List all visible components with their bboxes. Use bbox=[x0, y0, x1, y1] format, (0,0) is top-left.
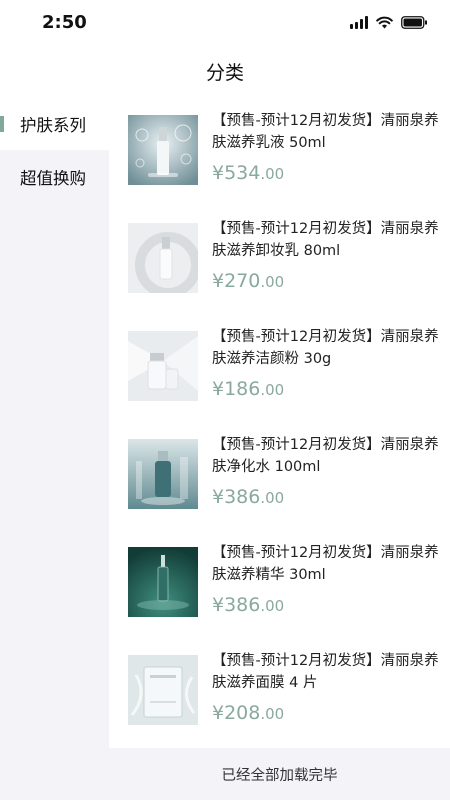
product-price: ¥386.00 bbox=[212, 486, 285, 508]
product-price: ¥208.00 bbox=[212, 702, 285, 724]
sidebar-item-label: 超值换购 bbox=[20, 169, 86, 188]
product-image bbox=[128, 331, 198, 401]
status-bar: 2:50 bbox=[0, 0, 450, 48]
product-title: 【预售-预计12月初发货】清丽泉养肤滋养面膜 4 片 bbox=[212, 653, 439, 691]
product-item[interactable]: 【预售-预计12月初发货】清丽泉养肤滋养乳液 50ml ¥534.00 bbox=[109, 98, 450, 206]
product-image bbox=[128, 223, 198, 293]
product-item[interactable]: 【预售-预计12月初发货】清丽泉养肤滋养洁颜粉 30g ¥186.00 bbox=[109, 314, 450, 422]
page-title: 分类 bbox=[205, 62, 244, 84]
sidebar-item-label: 护肤系列 bbox=[20, 116, 86, 135]
cellular-signal-icon bbox=[350, 16, 368, 29]
product-image bbox=[128, 115, 198, 185]
product-title: 【预售-预计12月初发货】清丽泉养肤滋养精华 30ml bbox=[212, 545, 439, 583]
load-complete-text: 已经全部加载完毕 bbox=[221, 767, 338, 784]
product-image bbox=[128, 439, 198, 509]
product-image bbox=[128, 655, 198, 725]
product-title: 【预售-预计12月初发货】清丽泉养肤滋养乳液 50ml bbox=[212, 113, 439, 151]
product-price: ¥186.00 bbox=[212, 378, 285, 400]
product-title: 【预售-预计12月初发货】清丽泉养肤滋养卸妆乳 80ml bbox=[212, 221, 439, 259]
status-time: 2:50 bbox=[42, 12, 87, 33]
product-price: ¥270.00 bbox=[212, 270, 285, 292]
product-item[interactable]: 【预售-预计12月初发货】清丽泉养肤滋养面膜 4 片 ¥208.00 bbox=[109, 638, 450, 746]
category-sidebar: 护肤系列 超值换购 bbox=[0, 98, 109, 800]
product-price: ¥386.00 bbox=[212, 594, 285, 616]
product-image bbox=[128, 547, 198, 617]
product-list: 【预售-预计12月初发货】清丽泉养肤滋养乳液 50ml ¥534.00 【预售-… bbox=[109, 98, 450, 748]
product-title: 【预售-预计12月初发货】清丽泉养肤滋养洁颜粉 30g bbox=[212, 329, 439, 367]
sidebar-item-skincare[interactable]: 护肤系列 bbox=[0, 98, 109, 150]
product-item[interactable]: 【预售-预计12月初发货】清丽泉养肤净化水 100ml ¥386.00 bbox=[109, 422, 450, 530]
product-price: ¥534.00 bbox=[212, 162, 285, 184]
product-title: 【预售-预计12月初发货】清丽泉养肤净化水 100ml bbox=[212, 437, 439, 475]
product-item[interactable]: 【预售-预计12月初发货】清丽泉养肤滋养精华 30ml ¥386.00 bbox=[109, 530, 450, 638]
status-icons bbox=[350, 16, 428, 29]
load-complete-footer: 已经全部加载完毕 bbox=[109, 748, 450, 800]
battery-icon bbox=[401, 16, 428, 29]
product-item[interactable]: 【预售-预计12月初发货】清丽泉养肤滋养卸妆乳 80ml ¥270.00 bbox=[109, 206, 450, 314]
wifi-icon bbox=[376, 16, 393, 29]
sidebar-item-value-exchange[interactable]: 超值换购 bbox=[0, 151, 109, 203]
